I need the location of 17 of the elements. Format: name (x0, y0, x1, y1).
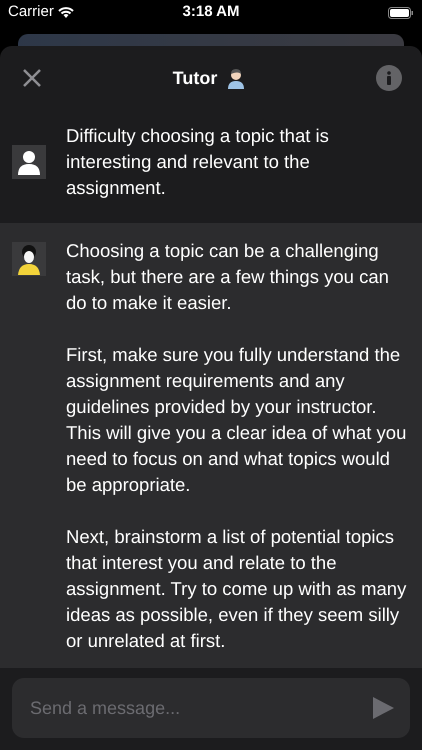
user-avatar (12, 145, 46, 179)
header-title: Tutor (172, 66, 218, 90)
tutor-avatar (12, 242, 46, 276)
send-button[interactable] (370, 695, 396, 721)
wifi-icon (58, 6, 74, 18)
status-time: 3:18 AM (182, 2, 240, 22)
message-text: Next, brainstorm a list of potential topics that interest you and relate to the assignment. Try to come up with as many ideas as possible, even if they seem silly or unrelated at first. (66, 525, 408, 653)
info-icon (386, 71, 392, 85)
battery-icon (388, 6, 414, 18)
close-icon (22, 68, 42, 88)
carrier-label: Carrier (8, 2, 54, 22)
message-text: Choosing a topic can be a challenging task, but there are a few things you can do to make it easier. (66, 239, 390, 315)
send-icon (371, 696, 395, 720)
message-text: Difficulty choosing a topic that is interesting and relevant to the assignment. (66, 124, 330, 200)
message-composer[interactable]: Send a message... (12, 678, 410, 738)
info-button[interactable] (376, 65, 402, 91)
message-text: First, make sure you fully understand the assignment requirements and any guidelines provided by your instructor. This will give you a clear idea of what you need to focus on and what topics would be appropriate. (66, 343, 408, 497)
